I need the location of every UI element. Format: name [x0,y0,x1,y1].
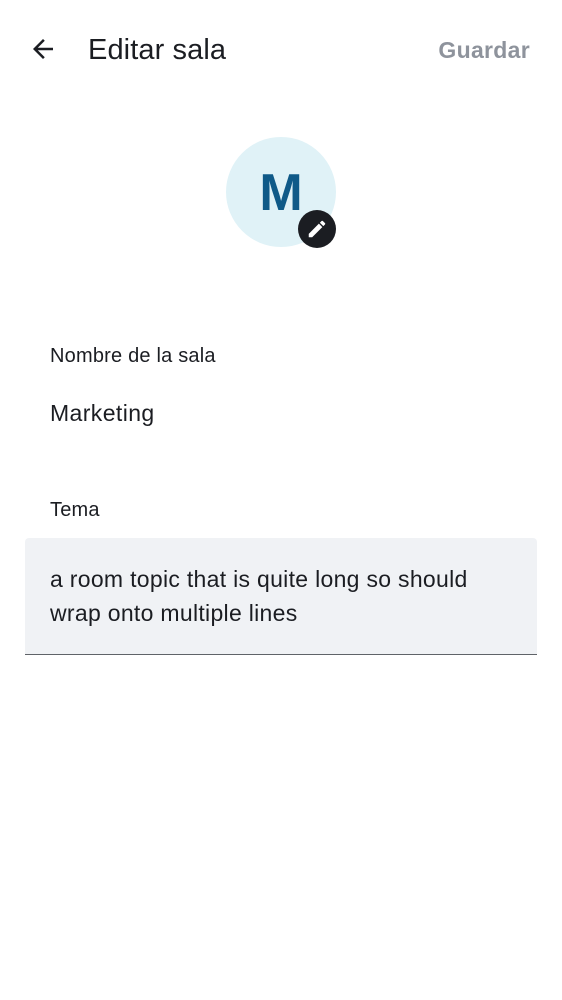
save-button[interactable]: Guardar [438,32,530,68]
room-avatar-picker[interactable]: M [226,137,338,249]
avatar-initial: M [259,164,303,222]
pencil-icon [308,220,326,238]
edit-avatar-button[interactable] [298,210,336,248]
arrow-left-icon [33,39,53,59]
room-topic-input[interactable]: a room topic that is quite long so shoul… [50,562,520,630]
room-topic-field[interactable]: a room topic that is quite long so shoul… [25,538,537,655]
room-name-label: Nombre de la sala [50,345,216,367]
back-button[interactable] [20,26,66,72]
room-name-input[interactable]: Marketing [50,397,520,429]
room-topic-label: Tema [50,499,100,521]
top-app-bar: Editar sala Guardar [0,0,562,100]
page-title: Editar sala [88,34,227,66]
